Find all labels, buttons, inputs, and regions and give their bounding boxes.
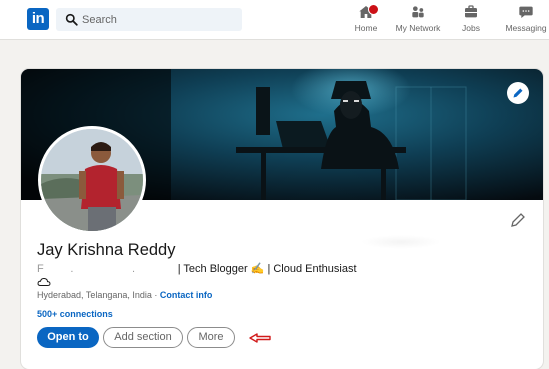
cloud-icon: [37, 277, 51, 286]
location-text: Hyderabad, Telangana, India ·: [37, 290, 160, 300]
nav-item-home[interactable]: Home: [350, 4, 382, 36]
edit-banner-button[interactable]: [507, 82, 529, 104]
profile-name: Jay Krishna Reddy: [37, 241, 176, 259]
notification-badge: [368, 4, 379, 15]
more-button[interactable]: More: [187, 327, 235, 348]
headline-blurred-text: F . .: [37, 263, 178, 275]
linkedin-logo[interactable]: in: [27, 8, 49, 30]
nav-item-my-network[interactable]: My Network: [395, 4, 441, 36]
edit-profile-icon[interactable]: [510, 212, 526, 228]
network-icon: [412, 6, 424, 18]
headline-text: | Tech Blogger ✍️ | Cloud Enthusiast: [177, 263, 357, 275]
open-to-button[interactable]: Open to: [37, 327, 99, 348]
nav-label-messaging: Messaging: [505, 23, 547, 33]
profile-photo[interactable]: [38, 126, 146, 234]
profile-photo-image: [41, 129, 143, 231]
search-input[interactable]: [82, 11, 232, 28]
top-navigation-bar: in Home My Network Jobs: [0, 0, 549, 40]
profile-card: Jay Krishna Reddy F . . | Tech Blogger ✍…: [21, 69, 543, 369]
add-section-button[interactable]: Add section: [103, 327, 183, 348]
pencil-icon: [513, 88, 523, 98]
connections-link[interactable]: 500+ connections: [37, 309, 113, 319]
search-icon: [65, 13, 78, 26]
profile-location: Hyderabad, Telangana, India · Contact in…: [37, 290, 212, 300]
red-arrow-annotation: [249, 333, 271, 343]
jobs-icon: [465, 5, 477, 18]
nav-label-jobs: Jobs: [462, 23, 480, 33]
messaging-icon: [519, 6, 533, 18]
nav-item-messaging[interactable]: Messaging: [504, 4, 548, 36]
nav-item-jobs[interactable]: Jobs: [458, 4, 484, 36]
search-box[interactable]: [56, 8, 242, 31]
blurred-area: [361, 235, 441, 249]
nav-label-my-network: My Network: [395, 23, 441, 33]
nav-label-home: Home: [354, 23, 378, 33]
contact-info-link[interactable]: Contact info: [160, 290, 213, 300]
profile-headline: F . . | Tech Blogger ✍️ | Cloud Enthusia…: [37, 262, 357, 275]
